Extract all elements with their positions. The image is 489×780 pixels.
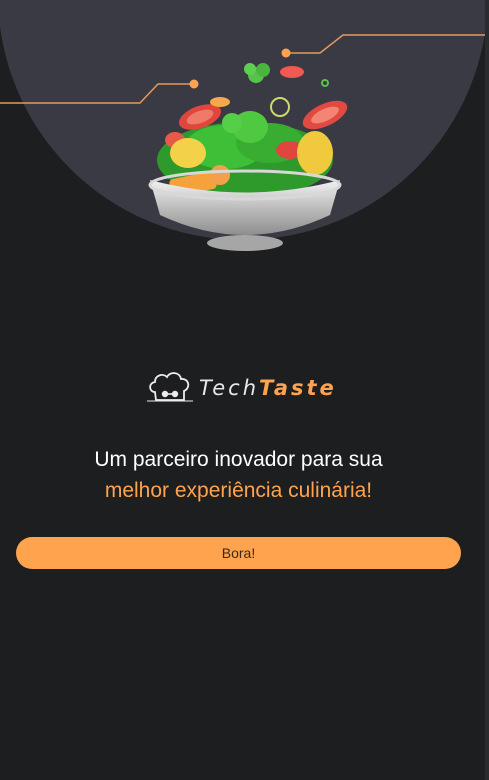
salad-bowl-illustration [148, 63, 348, 251]
chef-hat-icon [147, 372, 193, 402]
techtaste-logo: TechTaste [147, 368, 337, 408]
headline-line2: melhor experiência culinária! [104, 479, 373, 502]
brand-name-part1: Tech [199, 376, 260, 400]
welcome-screen: TechTaste Um parceiro inovador para sua … [0, 0, 489, 780]
start-button[interactable]: Bora! [16, 537, 461, 569]
brand-name-part2: Taste [259, 376, 337, 400]
brand-wordmark: TechTaste [199, 376, 337, 400]
headline-line1: Um parceiro inovador para sua [94, 448, 383, 471]
scrollbar[interactable] [485, 0, 489, 780]
